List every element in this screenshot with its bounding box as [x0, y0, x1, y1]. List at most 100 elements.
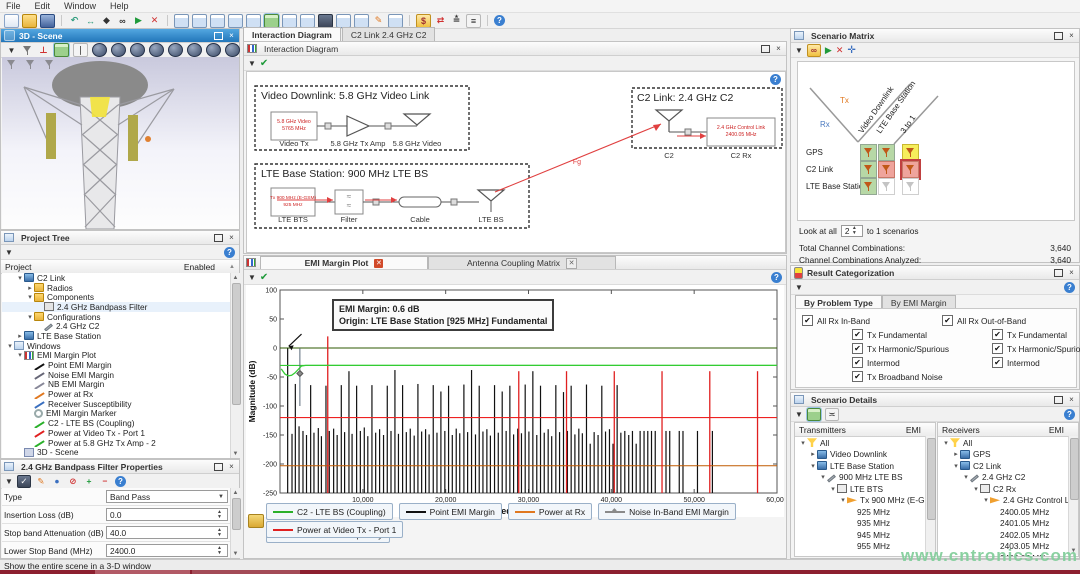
- tab-by-problem-type[interactable]: By Problem Type: [795, 295, 882, 309]
- tree-row[interactable]: ▾EMI Margin Plot: [2, 351, 230, 361]
- close-icon[interactable]: ×: [227, 31, 236, 40]
- checkbox-all-rx-out-of-band[interactable]: ✔All Rx Out-of-Band: [942, 315, 1026, 326]
- float-icon[interactable]: [1054, 395, 1063, 404]
- scenario-matrix-grid[interactable]: TxRxVideo DownlinkLTE Base Station3 to 1…: [797, 61, 1075, 221]
- checkbox-intermod[interactable]: ✔Intermod: [852, 357, 900, 368]
- antenna-icon[interactable]: [6, 59, 17, 70]
- scroll-up-icon[interactable]: ▲: [231, 488, 240, 497]
- run-sweep-icon[interactable]: ◆: [100, 15, 113, 27]
- lookat-spinbox[interactable]: 2 ▲▼: [841, 225, 863, 237]
- property-value-field[interactable]: 0.0▲▼: [106, 508, 228, 521]
- matrix-cell-gps-2[interactable]: [902, 144, 919, 161]
- info-icon[interactable]: ●: [51, 476, 63, 487]
- float-icon[interactable]: [214, 462, 223, 471]
- float-icon[interactable]: [214, 31, 223, 40]
- property-value-field[interactable]: 2400.0▲▼: [106, 544, 228, 557]
- scenario-matrix-titlebar[interactable]: Scenario Matrix ×: [791, 29, 1079, 43]
- receivers-scrollbar[interactable]: ▼: [1068, 436, 1078, 555]
- tree-row[interactable]: ▸GPS•: [938, 449, 1078, 461]
- window-layout-1-icon[interactable]: [174, 14, 189, 28]
- move-icon[interactable]: ✛: [847, 45, 855, 56]
- antenna-small-icon[interactable]: [22, 45, 33, 56]
- dropdown-arrow-icon[interactable]: ▼: [248, 59, 256, 68]
- undo-icon[interactable]: ↶: [68, 15, 81, 27]
- window-layout-active-icon[interactable]: [264, 14, 279, 28]
- tree-row[interactable]: 2402.05 MHz•: [938, 529, 1078, 541]
- project-tree-header[interactable]: Project Enabled ▲: [1, 260, 239, 274]
- close-tab-icon[interactable]: ✕: [374, 259, 383, 268]
- property-value-field[interactable]: 40.0▲▼: [106, 526, 228, 539]
- tree-row[interactable]: Noise EMI Margin: [2, 370, 230, 380]
- float-icon[interactable]: [1054, 31, 1063, 40]
- tree-row[interactable]: ▾All•: [795, 437, 935, 449]
- view-orbit-6-icon[interactable]: [187, 43, 202, 57]
- tree-row[interactable]: ▾900 MHz LTE BS•: [795, 472, 935, 484]
- close-icon[interactable]: ×: [1067, 395, 1076, 404]
- tree-row[interactable]: 925 MHz•: [795, 506, 935, 518]
- 3d-viewport[interactable]: [2, 57, 239, 229]
- result-categorization-titlebar[interactable]: Result Categorization ×: [791, 266, 1079, 280]
- tree-row[interactable]: ▾LTE BTS•: [795, 483, 935, 495]
- interaction-diagram-titlebar[interactable]: Interaction Diagram ×: [244, 42, 786, 56]
- emi-column-header[interactable]: EMI: [1049, 425, 1074, 435]
- float-icon[interactable]: [1054, 268, 1063, 277]
- view-orbit-1-icon[interactable]: [92, 43, 107, 57]
- transmitters-scrollbar[interactable]: [925, 436, 935, 555]
- dropdown-arrow-icon[interactable]: ▼: [5, 477, 13, 486]
- checkbox-intermod[interactable]: ✔Intermod: [992, 357, 1040, 368]
- close-icon[interactable]: ×: [1067, 31, 1076, 40]
- checkbox-tx-fundamental[interactable]: ✔Tx Fundamental: [992, 329, 1067, 340]
- search-scenarios-icon[interactable]: ∞: [807, 44, 821, 57]
- menu-help[interactable]: Help: [110, 1, 129, 11]
- tree-row[interactable]: ▾Tx 900 MHz (E-GSM)•: [795, 495, 935, 507]
- tree-row[interactable]: ▾C2 Link•: [938, 460, 1078, 472]
- window-layout-4-icon[interactable]: [228, 14, 243, 28]
- properties-scrollbar[interactable]: ▲ ▼: [230, 488, 240, 558]
- cancel-icon[interactable]: ✕: [836, 45, 844, 56]
- matrix-cell-c2-link-2[interactable]: [902, 161, 919, 178]
- close-tab-icon[interactable]: ✕: [566, 258, 577, 269]
- tree-row[interactable]: ▾2.4 GHz C2•: [938, 472, 1078, 484]
- project-tree-titlebar[interactable]: Project Tree ×: [1, 231, 239, 245]
- axes-icon[interactable]: ⊥: [37, 44, 50, 56]
- tree-row[interactable]: ▾2.4 GHz Control Link•: [938, 495, 1078, 507]
- open-file-icon[interactable]: [22, 14, 37, 28]
- emit-tower-icon[interactable]: ≛: [450, 15, 463, 27]
- tree-row[interactable]: ▾Configurations: [2, 312, 230, 322]
- validate-icon[interactable]: ✓: [17, 475, 31, 488]
- view-orbit-3-icon[interactable]: [130, 43, 145, 57]
- tab-emi-margin-plot[interactable]: EMI Margin Plot ✕: [260, 256, 428, 269]
- help-icon[interactable]: ?: [494, 15, 505, 26]
- help-icon[interactable]: ?: [1064, 282, 1075, 293]
- tree-row[interactable]: ▾C2 Link: [2, 273, 230, 283]
- view-orbit-5-icon[interactable]: [168, 43, 183, 57]
- tree-row[interactable]: ▾LTE Base Station•: [795, 460, 935, 472]
- tab-interaction-diagram[interactable]: Interaction Diagram: [243, 27, 341, 41]
- view-orbit-4-icon[interactable]: [149, 43, 164, 57]
- results-icon[interactable]: $: [416, 14, 431, 28]
- view-filter-toggle-icon[interactable]: ≍: [825, 408, 839, 421]
- filter-properties-titlebar[interactable]: 2.4 GHz Bandpass Filter Properties ×: [1, 460, 239, 474]
- view-orbit-2-icon[interactable]: [111, 43, 126, 57]
- dropdown-arrow-icon[interactable]: ▼: [5, 248, 13, 257]
- grid-icon[interactable]: [54, 43, 69, 57]
- checkbox-all-rx-in-band[interactable]: ✔All Rx In-Band: [802, 315, 870, 326]
- tree-row[interactable]: ▾All•: [938, 437, 1078, 449]
- redo-icon[interactable]: ↔: [84, 15, 97, 27]
- scenario-details-titlebar[interactable]: Scenario Details ×: [791, 393, 1079, 407]
- tree-row[interactable]: 2401.05 MHz•: [938, 518, 1078, 530]
- scroll-down-icon[interactable]: ▼: [231, 449, 240, 458]
- dropdown-arrow-icon[interactable]: ▼: [795, 283, 803, 292]
- matrix-cell-gps-0[interactable]: [860, 144, 877, 161]
- window-layout-8-icon[interactable]: [336, 14, 351, 28]
- checkbox-tx-harmonic-spurious[interactable]: ✔Tx Harmonic/Spurious: [992, 343, 1080, 354]
- float-icon[interactable]: [214, 233, 223, 242]
- window-table-icon[interactable]: [318, 14, 333, 28]
- checkbox-tx-fundamental[interactable]: ✔Tx Fundamental: [852, 329, 927, 340]
- tree-row[interactable]: 2.4 GHz C2: [2, 321, 230, 331]
- close-icon[interactable]: ×: [227, 462, 236, 471]
- tab-by-emi-margin[interactable]: By EMI Margin: [882, 295, 956, 309]
- edit-pencil-icon[interactable]: ✎: [372, 15, 385, 27]
- close-icon[interactable]: ×: [227, 233, 236, 242]
- column-project[interactable]: Project: [5, 262, 31, 272]
